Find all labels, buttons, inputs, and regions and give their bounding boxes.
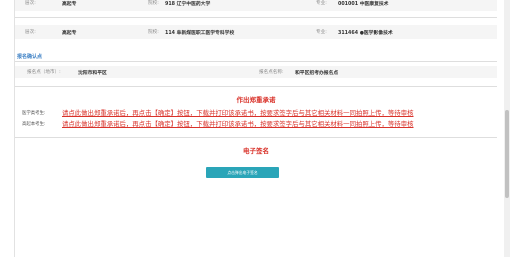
section-divider bbox=[15, 86, 497, 87]
major-label: 专业: bbox=[316, 1, 327, 6]
medical-applicant-label: 医学类考生: bbox=[22, 111, 46, 116]
info-row-top: 层次: 高起专 院校: 918 辽宁中医药大学 专业: 001001 中医康复技… bbox=[15, 0, 497, 11]
signature-title: 电子签名 bbox=[243, 147, 269, 155]
scrollbar-thumb[interactable] bbox=[505, 110, 509, 198]
confirm-city-label: 报名点（地市）: bbox=[27, 70, 61, 75]
level-value: 高起专 bbox=[62, 2, 77, 7]
section-divider bbox=[15, 137, 497, 138]
section-title-confirm-point: 报名确认点 bbox=[17, 54, 43, 60]
major-value: 001001 中医康复技术 bbox=[338, 2, 389, 7]
commitment-link-upgrade[interactable]: 请点此做出郑重承诺后，再点击【确定】按钮，下载并打印该承诺书，按要求签字后与其它… bbox=[62, 119, 413, 128]
confirm-name-label: 报名点名称: bbox=[259, 70, 284, 75]
school-label: 院校: bbox=[148, 1, 159, 6]
row-divider bbox=[15, 17, 497, 18]
school-value: 114 阜新煤医职工医学专科学校 bbox=[165, 31, 235, 36]
major-label: 专业: bbox=[316, 30, 327, 35]
level-value: 高起专 bbox=[62, 31, 77, 36]
confirm-point-row: 报名点（地市）: 沈阳市和平区 报名点名称: 和平区招考办报名点 bbox=[15, 66, 497, 78]
school-label: 院校: bbox=[148, 30, 159, 35]
school-value: 918 辽宁中医药大学 bbox=[165, 2, 211, 7]
commitment-title: 作出郑重承诺 bbox=[236, 96, 276, 104]
confirm-name-value: 和平区招考办报名点 bbox=[295, 71, 339, 76]
commitment-link-medical[interactable]: 请点此做出郑重承诺后，再点击【确定】按钮，下载并打印该承诺书，按要求签字后与其它… bbox=[62, 108, 413, 117]
level-label: 层次: bbox=[25, 30, 36, 35]
open-signature-button[interactable]: 点击弹出电子签名 bbox=[206, 167, 279, 178]
major-value: 311464 ●医学影像技术 bbox=[338, 31, 393, 36]
info-row-2: 层次: 高起专 院校: 114 阜新煤医职工医学专科学校 专业: 311464 … bbox=[15, 25, 497, 39]
page-scrollbar[interactable] bbox=[504, 0, 510, 257]
section-divider bbox=[15, 61, 497, 62]
upgrade-applicant-label: 高起本考生: bbox=[22, 122, 46, 127]
confirm-city-value: 沈阳市和平区 bbox=[78, 71, 107, 76]
form-panel: 层次: 高起专 院校: 918 辽宁中医药大学 专业: 001001 中医康复技… bbox=[14, 0, 503, 257]
level-label: 层次: bbox=[25, 1, 36, 6]
